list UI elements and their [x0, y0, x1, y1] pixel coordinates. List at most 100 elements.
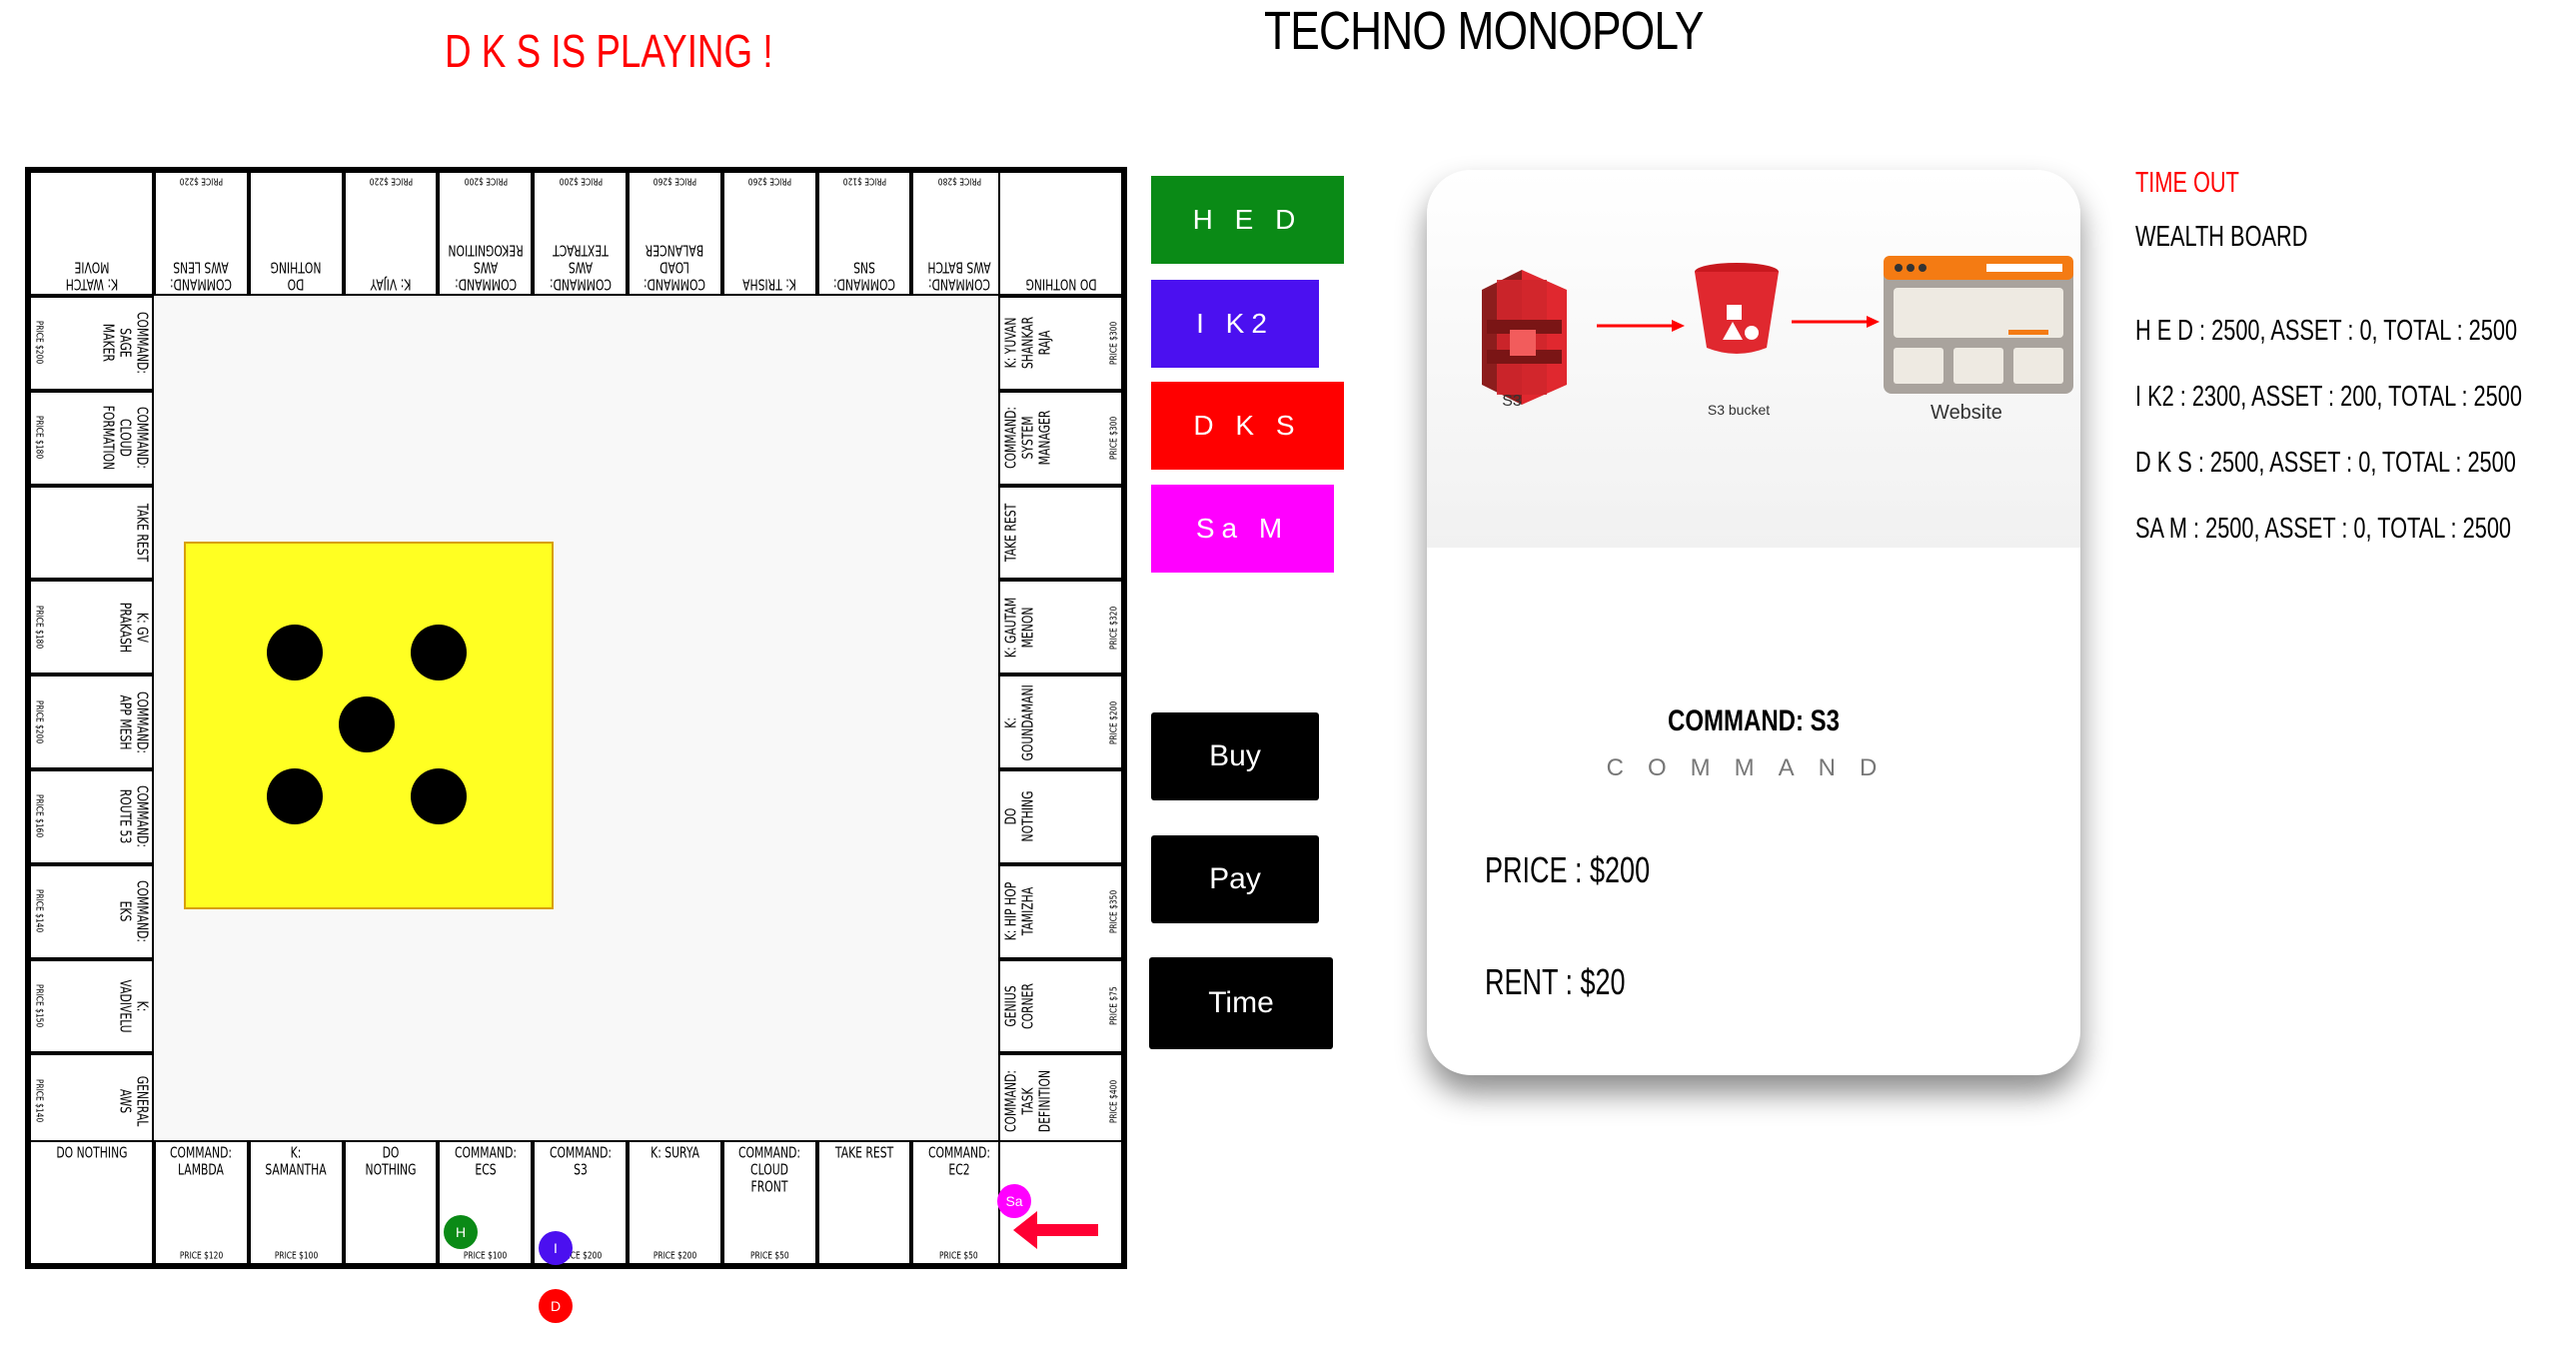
- board-cell-bottom[interactable]: K: SAMANTHA PRICE $100: [248, 1140, 344, 1265]
- board-cell-top[interactable]: COMMAND: AWS TEXTRACT PRICE $200: [533, 171, 628, 296]
- s3-icon: [1482, 270, 1567, 405]
- board-cell-left[interactable]: COMMAND: EKS PRICE $140: [29, 863, 154, 959]
- board-cell-left[interactable]: COMMAND: ROUTE 53 PRICE $160: [29, 769, 154, 864]
- cell-name: K: GAUTAM MENON: [1001, 597, 1036, 658]
- board-cell-top[interactable]: DO NOTHING: [248, 171, 344, 296]
- cell-name: DO NOTHING: [270, 258, 322, 293]
- cell-name: COMMAND: AWS LENS: [170, 258, 233, 293]
- cell-name: K: GV PRAKASH: [116, 602, 151, 653]
- board-cell-left[interactable]: COMMAND: SAGE MAKER PRICE $200: [29, 296, 154, 391]
- player-token-sam: Sa: [997, 1184, 1031, 1218]
- cell-name: COMMAND: LAMBDA: [170, 1143, 233, 1178]
- cell-name: K: SAMANTHA: [265, 1143, 327, 1178]
- board-cell-left[interactable]: GENERAL AWS PRICE $140: [29, 1053, 154, 1149]
- player-button-hed[interactable]: H E D: [1151, 176, 1344, 264]
- dice-pip: [339, 696, 395, 752]
- player-button-dks[interactable]: D K S: [1151, 382, 1344, 470]
- cell-name: COMMAND: LOAD BALANCER: [644, 241, 706, 293]
- board-cell-bottom[interactable]: DO NOTHING: [29, 1140, 154, 1265]
- player-button-ik2[interactable]: I K2: [1151, 280, 1319, 368]
- board-cell-right[interactable]: TAKE REST: [998, 485, 1123, 581]
- board-cell-right[interactable]: GENIUS CORNER PRICE $75: [998, 958, 1123, 1054]
- buy-button[interactable]: Buy: [1151, 712, 1319, 800]
- cell-name: COMMAND: TASK DEFINITION: [1001, 1069, 1053, 1132]
- cell-name: COMMAND: AWS BATCH: [927, 258, 991, 293]
- wealth-row: D K S : 2500, ASSET : 0, TOTAL : 2500: [2135, 447, 2516, 479]
- cell-price: PRICE $220: [369, 175, 413, 186]
- cell-name: DO NOTHING: [365, 1143, 417, 1178]
- cell-name: GENIUS CORNER: [1001, 983, 1036, 1029]
- player-token-hed: H: [444, 1215, 478, 1249]
- cell-price: PRICE $300: [1108, 416, 1119, 460]
- cell-price: PRICE $220: [179, 175, 224, 186]
- board-cell-top[interactable]: COMMAND: LOAD BALANCER PRICE $260: [628, 171, 722, 296]
- cell-price: PRICE $200: [1108, 699, 1119, 744]
- board-cell-left[interactable]: TAKE REST: [29, 485, 154, 581]
- board-cell-left[interactable]: K: GV PRAKASH PRICE $180: [29, 580, 154, 675]
- board-cell-right[interactable]: K: GOUNDAMANI PRICE $200: [998, 674, 1123, 769]
- board-cell-left[interactable]: COMMAND: CLOUD FORMATION PRICE $180: [29, 390, 154, 486]
- cell-price: PRICE $260: [652, 175, 697, 186]
- s3-diagram: S3 S3 bucket Website: [1427, 170, 2080, 548]
- dice-pip: [411, 625, 467, 680]
- cell-name: COMMAND: ROUTE 53: [116, 785, 151, 848]
- cell-price: PRICE $180: [33, 606, 44, 650]
- board-cell-bottom[interactable]: COMMAND: EC2 PRICE $50: [911, 1140, 1007, 1265]
- cell-price: PRICE $280: [937, 175, 981, 186]
- cell-price: PRICE $140: [33, 1079, 44, 1123]
- cell-name: COMMAND: SNS: [832, 258, 896, 293]
- board-cell-top[interactable]: K: WATCH MOVIE: [29, 171, 154, 296]
- board-cell-right[interactable]: COMMAND: SYSTEM MANAGER PRICE $300: [998, 390, 1123, 486]
- timeout-label: TIME OUT: [2135, 167, 2239, 199]
- board-cell-top[interactable]: DO NOTHING: [998, 171, 1123, 296]
- board-cell-right[interactable]: COMMAND: TASK DEFINITION PRICE $400: [998, 1053, 1123, 1149]
- cell-price: PRICE $320: [1108, 606, 1119, 650]
- cell-name: COMMAND: AWS TEXTRACT: [549, 241, 612, 293]
- cell-name: TAKE REST: [1001, 503, 1019, 563]
- board-cell-right[interactable]: K: YUVAN SHANKAR RAJA PRICE $300: [998, 296, 1123, 391]
- cell-name: COMMAND: EC2: [927, 1143, 990, 1178]
- cell-price: PRICE $120: [842, 175, 886, 186]
- dice-pip: [267, 625, 323, 680]
- card-rent: RENT : $20: [1485, 961, 1626, 1002]
- board-cell-bottom[interactable]: COMMAND: CLOUD FRONT PRICE $50: [721, 1140, 817, 1265]
- time-button[interactable]: Time: [1149, 957, 1333, 1049]
- cell-price: PRICE $120: [179, 1250, 224, 1261]
- cell-price: PRICE $260: [747, 175, 791, 186]
- website-icon: [1884, 256, 2073, 394]
- cell-price: PRICE $50: [749, 1250, 789, 1261]
- board-cell-left[interactable]: K: VADIVELU PRICE $150: [29, 958, 154, 1054]
- board-cell-right[interactable]: K: HIP HOP TAMIZHA PRICE $350: [998, 863, 1123, 959]
- cell-name: COMMAND: S3: [549, 1143, 612, 1178]
- cell-price: PRICE $100: [274, 1250, 318, 1261]
- board-cell-right[interactable]: K: GAUTAM MENON PRICE $320: [998, 580, 1123, 675]
- card-title: COMMAND: S3: [1668, 704, 1840, 737]
- board-cell-right[interactable]: DO NOTHING: [998, 769, 1123, 864]
- cell-name: COMMAND: SAGE MAKER: [99, 312, 151, 375]
- pay-button[interactable]: Pay: [1151, 835, 1319, 923]
- board-cell-bottom[interactable]: TAKE REST: [816, 1140, 912, 1265]
- cell-price: PRICE $400: [1108, 1079, 1119, 1123]
- cell-price: PRICE $200: [558, 175, 603, 186]
- dice[interactable]: [184, 542, 554, 909]
- board-cell-left[interactable]: COMMAND: APP MESH PRICE $200: [29, 674, 154, 769]
- player-token-ik2: I: [539, 1231, 573, 1265]
- cell-name: COMMAND: EKS: [116, 880, 151, 943]
- player-button-sam[interactable]: Sa M: [1151, 485, 1334, 573]
- cell-name: COMMAND: SYSTEM MANAGER: [1001, 407, 1053, 470]
- board-cell-top[interactable]: K: VIJAY PRICE $220: [343, 171, 439, 296]
- board-cell-bottom[interactable]: DO NOTHING: [343, 1140, 439, 1265]
- board-cell-bottom[interactable]: COMMAND: LAMBDA PRICE $120: [154, 1140, 249, 1265]
- s3-bucket-icon: [1695, 263, 1779, 354]
- board-cell-top[interactable]: COMMAND: AWS BATCH PRICE $280: [911, 171, 1007, 296]
- board-cell-top[interactable]: K: TRISHA PRICE $260: [721, 171, 817, 296]
- wealth-row: I K2 : 2300, ASSET : 200, TOTAL : 2500: [2135, 381, 2522, 413]
- cell-name: GENERAL AWS: [116, 1075, 151, 1127]
- board-cell-top[interactable]: COMMAND: AWS REKOGNITION PRICE $200: [438, 171, 534, 296]
- board-cell-top[interactable]: COMMAND: SNS PRICE $120: [816, 171, 912, 296]
- board-cell-top[interactable]: COMMAND: AWS LENS PRICE $220: [154, 171, 249, 296]
- board-cell-bottom[interactable]: K: SURYA PRICE $200: [628, 1140, 722, 1265]
- cell-name: TAKE REST: [133, 503, 151, 563]
- cell-price: PRICE $200: [33, 699, 44, 744]
- cell-name: DO NOTHING: [55, 1143, 128, 1161]
